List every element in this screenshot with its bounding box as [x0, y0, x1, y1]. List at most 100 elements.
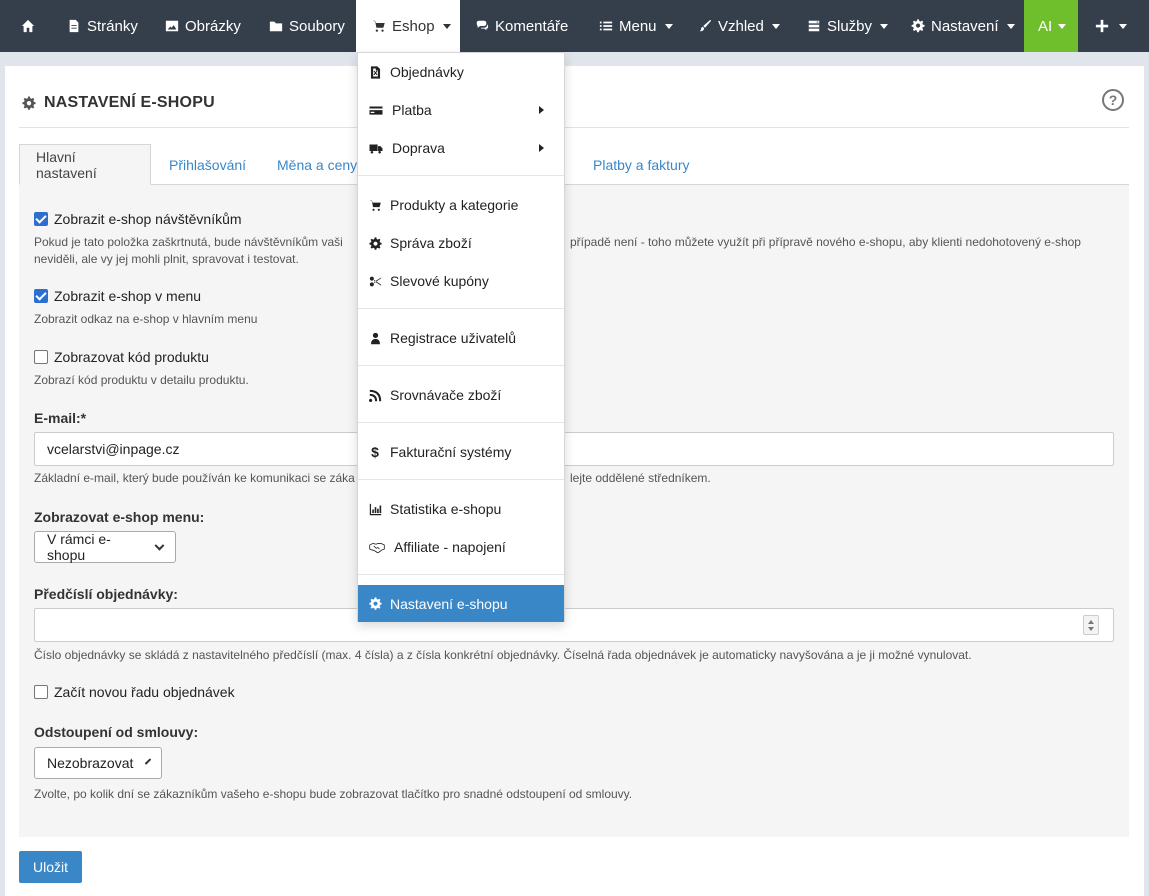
number-spinner[interactable] — [1083, 615, 1099, 635]
show-code-checkbox[interactable] — [34, 350, 48, 364]
home-icon — [21, 19, 35, 33]
credit-card-icon — [368, 103, 384, 117]
dd-produkty[interactable]: Produkty a kategorie — [358, 187, 564, 223]
spinner-down-icon[interactable] — [1088, 626, 1094, 631]
menu-display-select[interactable]: V rámci e-shopu — [34, 531, 176, 563]
folder-icon — [269, 19, 283, 33]
dd-registrace-label: Registrace uživatelů — [390, 330, 517, 346]
show-in-menu-checkbox[interactable] — [34, 289, 48, 303]
nav-obrazky-label: Obrázky — [185, 17, 241, 35]
nav-stranky[interactable]: Stránky — [55, 0, 153, 52]
show-in-menu-row[interactable]: Zobrazit e-shop v menu — [34, 288, 201, 304]
dd-objednavky[interactable]: Objednávky — [358, 54, 564, 90]
show-shop-help-right: případě není - toho můžete využít při př… — [570, 235, 1081, 249]
nav-soubory-label: Soubory — [289, 17, 345, 35]
reset-series-row[interactable]: Začít novou řadu objednávek — [34, 684, 235, 700]
title-divider — [19, 127, 1129, 128]
show-code-label: Zobrazovat kód produktu — [54, 349, 209, 365]
dd-sprava-zbozi[interactable]: Správa zboží — [358, 225, 564, 261]
dd-platba-label: Platba — [392, 102, 432, 118]
gear-icon — [911, 19, 925, 33]
dd-registrace[interactable]: Registrace uživatelů — [358, 320, 564, 356]
chevron-down-icon — [664, 23, 673, 29]
dollar-icon: $ — [371, 444, 379, 460]
dd-affiliate[interactable]: Affiliate - napojení — [358, 529, 564, 565]
plus-icon — [1095, 19, 1109, 33]
dd-nastaveni-eshopu-label: Nastavení e-shopu — [390, 595, 508, 612]
brush-icon — [698, 19, 712, 33]
show-shop-label: Zobrazit e-shop návštěvníkům — [54, 211, 242, 227]
nav-menu-label: Menu — [619, 17, 657, 35]
dd-platba[interactable]: Platba — [358, 92, 564, 128]
comments-icon — [475, 19, 489, 33]
email-field[interactable]: vcelarstvi@inpage.cz — [34, 432, 1114, 466]
eshop-dropdown-menu: Objednávky Platba Doprava Produkty a kat… — [357, 52, 565, 622]
reset-series-label: Začít novou řadu objednávek — [54, 684, 235, 700]
nav-menu[interactable]: Menu — [584, 0, 685, 52]
list-icon — [599, 19, 613, 33]
dropdown-divider — [358, 479, 564, 480]
dropdown-divider — [358, 365, 564, 366]
scissors-icon — [368, 274, 382, 288]
nav-add[interactable] — [1078, 0, 1138, 52]
nav-home[interactable] — [0, 0, 55, 52]
show-shop-help-line2: neviděli, ale vy jej mohli plnit, spravo… — [34, 252, 299, 266]
handshake-icon — [368, 540, 386, 554]
page-title-text: NASTAVENÍ E-SHOPU — [44, 94, 215, 111]
dd-srovnavace[interactable]: Srovnávače zboží — [358, 377, 564, 413]
nav-eshop[interactable]: Eshop — [356, 0, 460, 52]
rss-icon — [368, 388, 382, 402]
dd-doprava-label: Doprava — [392, 140, 445, 156]
dd-produkty-label: Produkty a kategorie — [390, 197, 519, 213]
menu-display-value: V rámci e-shopu — [47, 531, 111, 563]
nav-ai[interactable]: AI — [1024, 0, 1078, 52]
help-icon[interactable]: ? — [1102, 89, 1124, 111]
submenu-arrow-icon — [539, 106, 544, 114]
dd-fakturacni-label: Fakturační systémy — [390, 444, 512, 460]
dd-slevove-kupony[interactable]: Slevové kupóny — [358, 263, 564, 299]
nav-komentare[interactable]: Komentáře — [460, 0, 584, 52]
withdrawal-value: Nezobrazovat — [47, 755, 134, 771]
dd-slevove-kupony-label: Slevové kupóny — [390, 273, 489, 289]
show-code-row[interactable]: Zobrazovat kód produktu — [34, 349, 209, 365]
nav-sluzby[interactable]: Služby — [792, 0, 896, 52]
nav-stranky-label: Stránky — [87, 17, 138, 35]
invoice-icon — [368, 65, 382, 79]
withdrawal-select[interactable]: Nezobrazovat — [34, 747, 162, 779]
dd-statistika[interactable]: Statistika e-shopu — [358, 491, 564, 527]
chevron-down-icon — [154, 540, 165, 550]
show-in-menu-label: Zobrazit e-shop v menu — [54, 288, 202, 304]
submenu-arrow-icon — [539, 144, 544, 152]
reset-series-checkbox[interactable] — [34, 685, 48, 699]
nav-soubory[interactable]: Soubory — [257, 0, 356, 52]
truck-icon — [368, 141, 384, 155]
nav-komentare-label: Komentáře — [495, 17, 569, 35]
dropdown-divider — [358, 574, 564, 575]
email-help-left: Základní e-mail, který bude používán ke … — [34, 471, 355, 485]
show-shop-checkbox[interactable] — [34, 212, 48, 226]
nav-nastaveni[interactable]: Nastavení — [896, 0, 1024, 52]
nav-obrazky[interactable]: Obrázky — [153, 0, 257, 52]
nav-vzhled[interactable]: Vzhled — [685, 0, 792, 52]
show-shop-help-a: Pokud je tato položka zaškrtnutá, bude n… — [34, 235, 343, 249]
spinner-up-icon[interactable] — [1088, 619, 1094, 624]
email-help-right: lejte oddělené středníkem. — [570, 471, 711, 485]
bar-chart-icon — [368, 502, 382, 516]
chevron-down-icon — [771, 23, 780, 29]
tab-platby-a-faktury[interactable]: Platby a faktury — [577, 144, 706, 185]
tab-prihlasovani[interactable]: Přihlašování — [153, 144, 262, 185]
cart-icon — [368, 198, 382, 212]
order-prefix-field[interactable] — [34, 608, 1114, 642]
save-button[interactable]: Uložit — [19, 851, 82, 883]
show-shop-row[interactable]: Zobrazit e-shop návštěvníkům — [34, 211, 242, 227]
user-icon — [368, 331, 382, 345]
show-in-menu-help: Zobrazit odkaz na e-shop v hlavním menu — [34, 312, 258, 326]
dd-fakturacni[interactable]: $ Fakturační systémy — [358, 434, 564, 470]
dd-nastaveni-eshopu[interactable]: Nastavení e-shopu — [358, 585, 564, 622]
dd-srovnavace-label: Srovnávače zboží — [390, 387, 502, 403]
gear-icon — [22, 96, 36, 110]
nav-nastaveni-label: Nastavení — [931, 17, 999, 35]
dd-affiliate-label: Affiliate - napojení — [394, 539, 506, 555]
dd-doprava[interactable]: Doprava — [358, 130, 564, 166]
tab-hlavni-nastaveni[interactable]: Hlavní nastavení — [19, 144, 151, 185]
